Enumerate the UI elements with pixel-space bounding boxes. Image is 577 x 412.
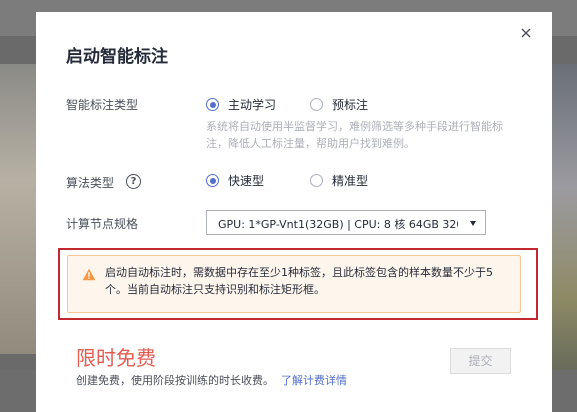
- radio-dot-checked: [206, 174, 219, 187]
- dialog-title: 启动智能标注: [66, 47, 168, 67]
- close-icon[interactable]: [518, 25, 534, 41]
- warning-alert: 启动自动标注时，需数据中存在至少1种标签，且此标签包含的样本数量不少于5个。当前…: [67, 255, 521, 313]
- billing-text: 创建免费，使用阶段按训练的时长收费。: [76, 374, 274, 387]
- radio-label: 快速型: [228, 174, 265, 188]
- warning-icon: [82, 266, 96, 285]
- radio-precise[interactable]: 精准型: [310, 172, 368, 189]
- submit-button[interactable]: 提交: [450, 348, 511, 374]
- radio-label: 精准型: [332, 174, 369, 188]
- alert-message: 启动自动标注时，需数据中存在至少1种标签，且此标签包含的样本数量不少于5个。当前…: [105, 266, 493, 296]
- radio-active-learning[interactable]: 主动学习: [206, 96, 276, 113]
- annotation-type-description: 系统将自动使用半监督学习，难例筛选等多种手段进行智能标注，降低人工标注量，帮助用…: [206, 120, 503, 150]
- compute-spec-label: 计算节点规格: [66, 217, 139, 231]
- radio-label: 主动学习: [228, 98, 277, 112]
- radio-fast[interactable]: 快速型: [206, 172, 264, 189]
- billing-details-link[interactable]: 了解计费详情: [281, 372, 347, 388]
- compute-spec-value: GPU: 1*GP-Vnt1(32GB) | CPU: 8 核 64GB 320…: [218, 218, 458, 231]
- algorithm-type-label: 算法类型: [66, 176, 115, 190]
- radio-pre-annotation[interactable]: 预标注: [310, 96, 368, 113]
- question-circle-icon[interactable]: ?: [126, 174, 141, 189]
- compute-spec-select[interactable]: GPU: 1*GP-Vnt1(32GB) | CPU: 8 核 64GB 320…: [206, 210, 486, 235]
- smart-annotation-dialog: 启动智能标注 智能标注类型 主动学习 预标注 系统将自动使用半监督学习，难例筛选…: [36, 12, 552, 412]
- annotation-type-label: 智能标注类型: [66, 98, 139, 112]
- background-image-left: [0, 64, 36, 354]
- background-image-right: [552, 64, 577, 374]
- radio-dot: [310, 174, 323, 187]
- radio-dot-checked: [206, 98, 219, 111]
- radio-label: 预标注: [332, 98, 369, 112]
- chevron-down-icon: [470, 221, 476, 226]
- radio-dot: [310, 98, 323, 111]
- promo-text: 限时免费: [76, 346, 156, 370]
